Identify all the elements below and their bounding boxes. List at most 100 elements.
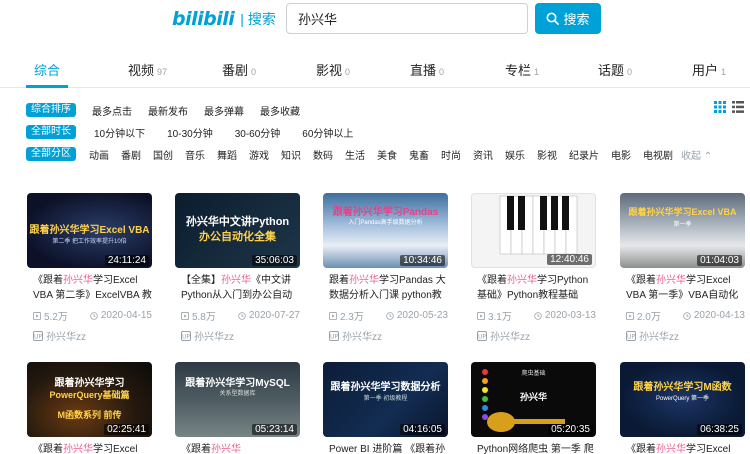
thumbnail-caption: 跟着孙兴华学习Excel VBA	[628, 207, 737, 217]
video-title[interactable]: 《跟着孙兴华学习Python基础》Python教程基础【本	[471, 273, 596, 303]
video-title[interactable]: Python网络爬虫 第一季 爬	[471, 442, 596, 454]
sort-option[interactable]: 最多弹幕	[204, 103, 244, 118]
zone-option[interactable]: 数码	[313, 147, 333, 162]
video-title[interactable]: 《跟着孙兴华学习Excel	[27, 442, 152, 454]
video-card[interactable]: 孙兴华中文讲Python 办公自动化全集 35:06:03 【全集】孙兴华《中文…	[175, 193, 300, 343]
zone-option[interactable]: 纪录片	[569, 147, 599, 162]
video-card[interactable]: 跟着孙兴华学习数据分析 第一季 初级教程 04:16:05 Power BI 进…	[323, 362, 448, 454]
grid-view-icon[interactable]	[714, 101, 726, 113]
zone-option[interactable]: 鬼畜	[409, 147, 429, 162]
video-card[interactable]: 跟着孙兴华学习Excel VBA 第二季 把工作效率提升10倍 24:11:24…	[27, 193, 152, 343]
video-title[interactable]: 《跟着孙兴华学习Excel VBA 第一季》VBA自动化程	[620, 273, 745, 303]
video-thumbnail[interactable]: 跟着孙兴华学习M函数 PowerQuery 第一季 06:38:25	[620, 362, 745, 437]
active-tab-indicator	[26, 85, 68, 88]
video-title[interactable]: 《跟着孙兴华学习Excel VBA 第二季》ExcelVBA 教	[27, 273, 152, 303]
collapse-toggle[interactable]: 收起 ⌃	[681, 147, 712, 162]
uploader-link[interactable]: UP 孙兴华zz	[27, 328, 152, 343]
uploader-link[interactable]: UP 孙兴华zz	[323, 328, 448, 343]
video-card[interactable]: 跟着孙兴华学习Excel VBA 第一季 01:04:03 《跟着孙兴华学习Ex…	[620, 193, 745, 343]
tab-label: 番剧	[222, 63, 249, 78]
tab-article[interactable]: 专栏 1	[505, 60, 539, 79]
duration-option[interactable]: 10分钟以下	[94, 125, 145, 140]
video-thumbnail[interactable]: 跟着孙兴华学习数据分析 第一季 初级教程 04:16:05	[323, 362, 448, 437]
video-duration: 35:06:03	[252, 255, 297, 266]
video-duration: 24:11:24	[104, 255, 149, 266]
play-count-icon	[33, 311, 41, 320]
video-thumbnail[interactable]: 跟着孙兴华学习Excel VBA 第一季 01:04:03	[620, 193, 745, 268]
thumbnail-caption: 孙兴华中文讲Python	[185, 216, 290, 228]
play-count-icon	[477, 311, 485, 320]
search-input[interactable]	[287, 4, 527, 33]
video-thumbnail[interactable]: 跟着孙兴华学习Excel VBA 第二季 把工作效率提升10倍 24:11:24	[27, 193, 152, 268]
zone-option[interactable]: 音乐	[185, 147, 205, 162]
svg-text:UP: UP	[182, 333, 190, 340]
video-title[interactable]: 《跟着孙兴华学习Excel	[620, 442, 745, 454]
video-thumbnail[interactable]: 跟着孙兴华学习Pandas 入门Pandas高手级数据分析 10:34:46	[323, 193, 448, 268]
zone-active-pill[interactable]: 全部分区	[26, 147, 76, 161]
video-title[interactable]: 【全集】孙兴华《中文讲Python从入门到办公自动	[175, 273, 300, 303]
zone-option[interactable]: 番剧	[121, 147, 141, 162]
bilibili-logo[interactable]: bilibili | 搜索	[172, 8, 276, 30]
logo-separator: |	[240, 11, 244, 27]
header: bilibili | 搜索 搜索	[0, 0, 750, 36]
video-card[interactable]: 跟着孙兴华学习MySQL 关系型数据库 05:23:14 《跟着孙兴华学习MyS…	[175, 362, 300, 454]
uploader-link[interactable]: UP 孙兴华zz	[471, 328, 596, 343]
video-thumbnail[interactable]: 跟着孙兴华学习 PowerQuery基础篇 M函数系列 前传 02:25:41	[27, 362, 152, 437]
duration-option[interactable]: 30-60分钟	[235, 125, 281, 140]
sort-option[interactable]: 最新发布	[148, 103, 188, 118]
tab-topic[interactable]: 话题 0	[598, 60, 632, 79]
keyword-highlight: 孙兴华	[211, 444, 241, 454]
duration-option[interactable]: 60分钟以上	[302, 125, 353, 140]
tab-all[interactable]: 综合	[34, 60, 60, 79]
uploader-link[interactable]: UP 孙兴华zz	[175, 328, 300, 343]
sort-option[interactable]: 最多点击	[92, 103, 132, 118]
zone-option[interactable]: 美食	[377, 147, 397, 162]
video-thumbnail[interactable]: 孙兴华中文讲Python 办公自动化全集 35:06:03	[175, 193, 300, 268]
video-card[interactable]: 12:40:46 《跟着孙兴华学习Python基础》Python教程基础【本 3…	[471, 193, 596, 343]
tab-bangumi[interactable]: 番剧 0	[222, 60, 256, 79]
search-box	[286, 3, 528, 34]
list-view-icon[interactable]	[732, 101, 744, 113]
video-card[interactable]: 跟着孙兴华学习M函数 PowerQuery 第一季 06:38:25 《跟着孙兴…	[620, 362, 745, 454]
duration-option[interactable]: 10-30分钟	[167, 125, 213, 140]
tab-live[interactable]: 直播 0	[410, 60, 444, 79]
video-thumbnail[interactable]: 12:40:46	[471, 193, 596, 268]
zone-option[interactable]: 娱乐	[505, 147, 525, 162]
uploader-link[interactable]: UP 孙兴华zz	[620, 328, 745, 343]
duration-active-pill[interactable]: 全部时长	[26, 125, 76, 139]
tab-movie[interactable]: 影视 0	[316, 60, 350, 79]
zone-option[interactable]: 游戏	[249, 147, 269, 162]
video-card[interactable]: 跟着孙兴华学习Pandas 入门Pandas高手级数据分析 10:34:46 跟…	[323, 193, 448, 343]
video-duration: 05:23:14	[252, 424, 297, 435]
video-title[interactable]: 跟着孙兴华学习Pandas 大数据分析入门课 python教程	[323, 273, 448, 303]
zone-option[interactable]: 国创	[153, 147, 173, 162]
video-thumbnail[interactable]: 爬虫基础 孙兴华 05:20:35	[471, 362, 596, 437]
view-count: 5.8万	[191, 312, 216, 323]
zone-option[interactable]: 生活	[345, 147, 365, 162]
zone-option[interactable]: 资讯	[473, 147, 493, 162]
video-title[interactable]: 《跟着孙兴华学习MySQL》	[175, 442, 300, 454]
zone-option[interactable]: 电影	[611, 147, 631, 162]
zone-option[interactable]: 时尚	[441, 147, 461, 162]
video-thumbnail[interactable]: 跟着孙兴华学习MySQL 关系型数据库 05:23:14	[175, 362, 300, 437]
sort-option[interactable]: 最多收藏	[260, 103, 300, 118]
uploader-name: 孙兴华zz	[342, 332, 382, 343]
zone-option[interactable]: 知识	[281, 147, 301, 162]
tab-label: 用户	[692, 63, 719, 78]
video-duration: 01:04:03	[697, 255, 742, 266]
search-button[interactable]: 搜索	[535, 3, 601, 34]
video-card[interactable]: 爬虫基础 孙兴华 05:20:35 Python网络爬虫 第一季 爬	[471, 362, 596, 454]
zone-option[interactable]: 影视	[537, 147, 557, 162]
sort-active-pill[interactable]: 综合排序	[26, 103, 76, 117]
tab-label: 专栏	[505, 63, 532, 78]
tab-user[interactable]: 用户 1	[692, 60, 726, 79]
video-title[interactable]: Power BI 进阶篇 《跟着孙	[323, 442, 448, 454]
tab-video[interactable]: 视频 97	[128, 60, 167, 79]
video-card[interactable]: 跟着孙兴华学习 PowerQuery基础篇 M函数系列 前传 02:25:41 …	[27, 362, 152, 454]
zone-option[interactable]: 电视剧	[643, 147, 673, 162]
uploader-name: 孙兴华zz	[639, 332, 679, 343]
zone-option[interactable]: 动画	[89, 147, 109, 162]
view-count: 5.2万	[43, 312, 68, 323]
zone-option[interactable]: 舞蹈	[217, 147, 237, 162]
tab-count: 0	[439, 67, 445, 77]
